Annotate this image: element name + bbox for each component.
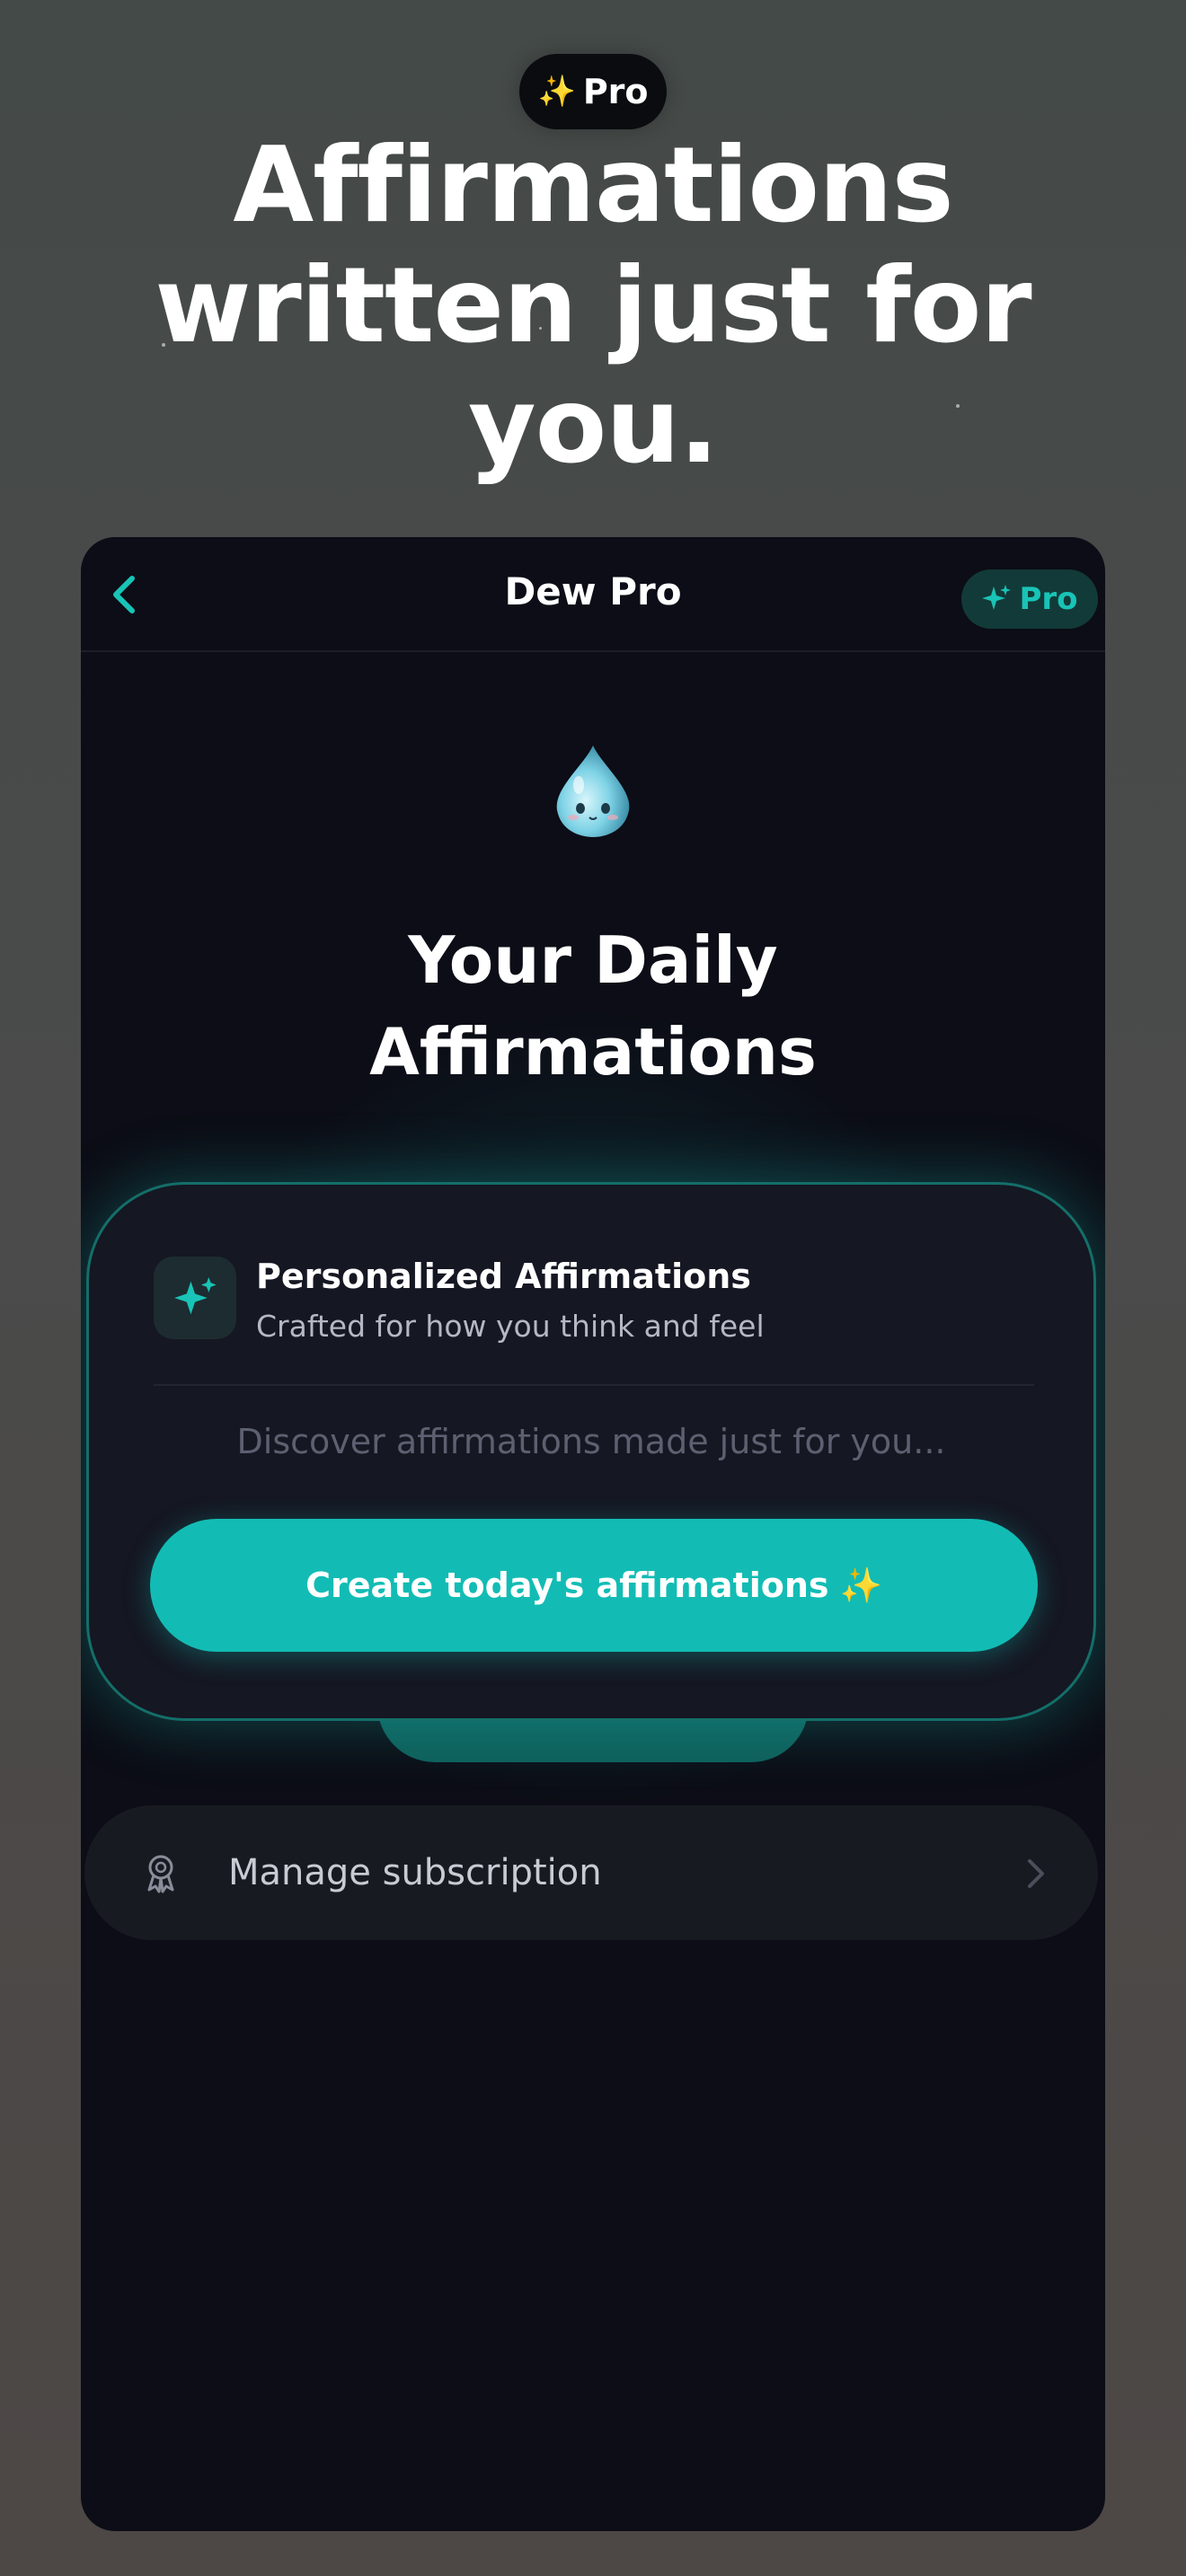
chevron-right-icon: [1028, 1859, 1044, 1888]
sparkles-icon: [982, 585, 1012, 610]
create-affirmations-button[interactable]: Create today's affirmations ✨: [150, 1519, 1038, 1652]
discover-placeholder-text: Discover affirmations made just for you.…: [236, 1422, 946, 1461]
sparkles-icon: ✨: [537, 74, 576, 110]
pro-badge-label: Pro: [1019, 581, 1078, 617]
water-drop-mascot-icon: [556, 745, 630, 837]
feature-title: Personalized Affirmations: [256, 1257, 751, 1296]
sparkles-icon: ✨: [839, 1565, 882, 1605]
page-title: Dew Pro: [504, 569, 682, 613]
sparkles-icon: [174, 1277, 217, 1315]
feature-subtitle: Crafted for how you think and feel: [256, 1309, 765, 1344]
hero-title-line2: Affirmations: [369, 1014, 817, 1090]
affirmations-card: Personalized Affirmations Crafted for ho…: [86, 1182, 1096, 1721]
divider: [154, 1384, 1034, 1386]
hero-title: Your Daily Affirmations: [81, 914, 1105, 1098]
app-screen: Dew Pro Pro Your Daily Affirmations Pers…: [81, 537, 1105, 2531]
award-ribbon-icon: [147, 1855, 174, 1893]
navigation-bar: Dew Pro Pro: [81, 537, 1105, 652]
promo-headline: Affirmations written just for you.: [155, 125, 1031, 487]
manage-subscription-label: Manage subscription: [228, 1852, 602, 1893]
promo-pro-badge: ✨ Pro: [519, 54, 667, 129]
feature-icon-box: [154, 1257, 236, 1339]
pro-badge[interactable]: Pro: [961, 569, 1098, 629]
promo-pro-label: Pro: [582, 72, 649, 111]
create-button-label: Create today's affirmations: [305, 1566, 829, 1605]
hero-title-line1: Your Daily: [408, 922, 778, 998]
manage-subscription-row[interactable]: Manage subscription: [84, 1805, 1098, 1940]
